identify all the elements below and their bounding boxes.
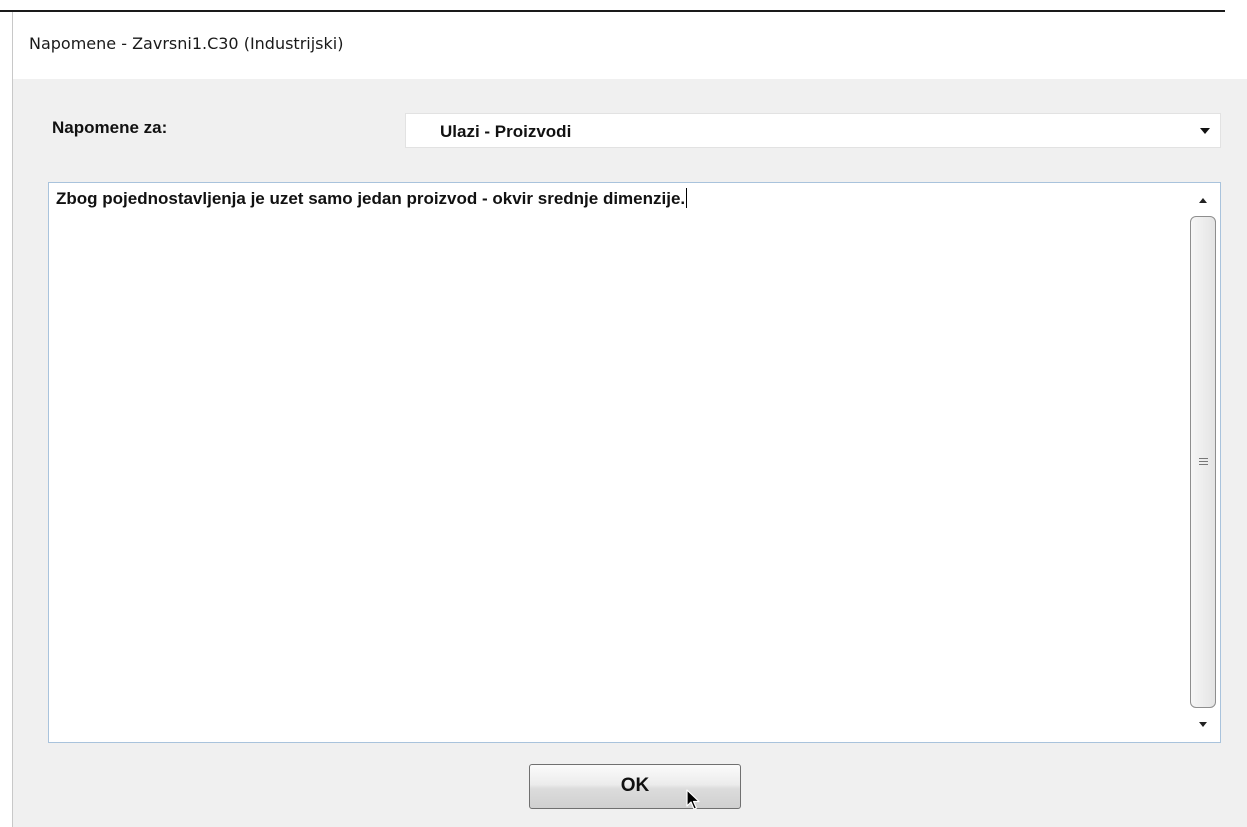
mouse-pointer-icon <box>686 789 700 810</box>
notes-dialog: Napomene - Zavrsni1.C30 (Industrijski) N… <box>12 12 1247 827</box>
ok-button-label: OK <box>620 775 650 796</box>
notes-for-label: Napomene za: <box>52 118 168 137</box>
grip-icon <box>1199 458 1208 465</box>
text-caret <box>686 188 688 208</box>
ok-button[interactable]: OK <box>529 764 741 809</box>
scroll-down-arrow-icon[interactable] <box>1186 710 1220 742</box>
title-bar: Napomene - Zavrsni1.C30 (Industrijski) <box>13 12 1247 79</box>
vertical-scrollbar[interactable] <box>1186 183 1220 742</box>
chevron-down-icon[interactable] <box>1200 128 1210 134</box>
window-title: Napomene - Zavrsni1.C30 (Industrijski) <box>29 34 344 53</box>
scroll-up-arrow-icon[interactable] <box>1186 183 1220 215</box>
notes-text: Zbog pojednostavljenja je uzet samo jeda… <box>56 188 688 208</box>
scrollbar-thumb[interactable] <box>1190 216 1216 708</box>
notes-for-selected-value: Ulazi - Proizvodi <box>440 122 572 141</box>
notes-textarea[interactable]: Zbog pojednostavljenja je uzet samo jeda… <box>48 182 1221 743</box>
notes-for-select[interactable]: Ulazi - Proizvodi <box>405 113 1221 148</box>
